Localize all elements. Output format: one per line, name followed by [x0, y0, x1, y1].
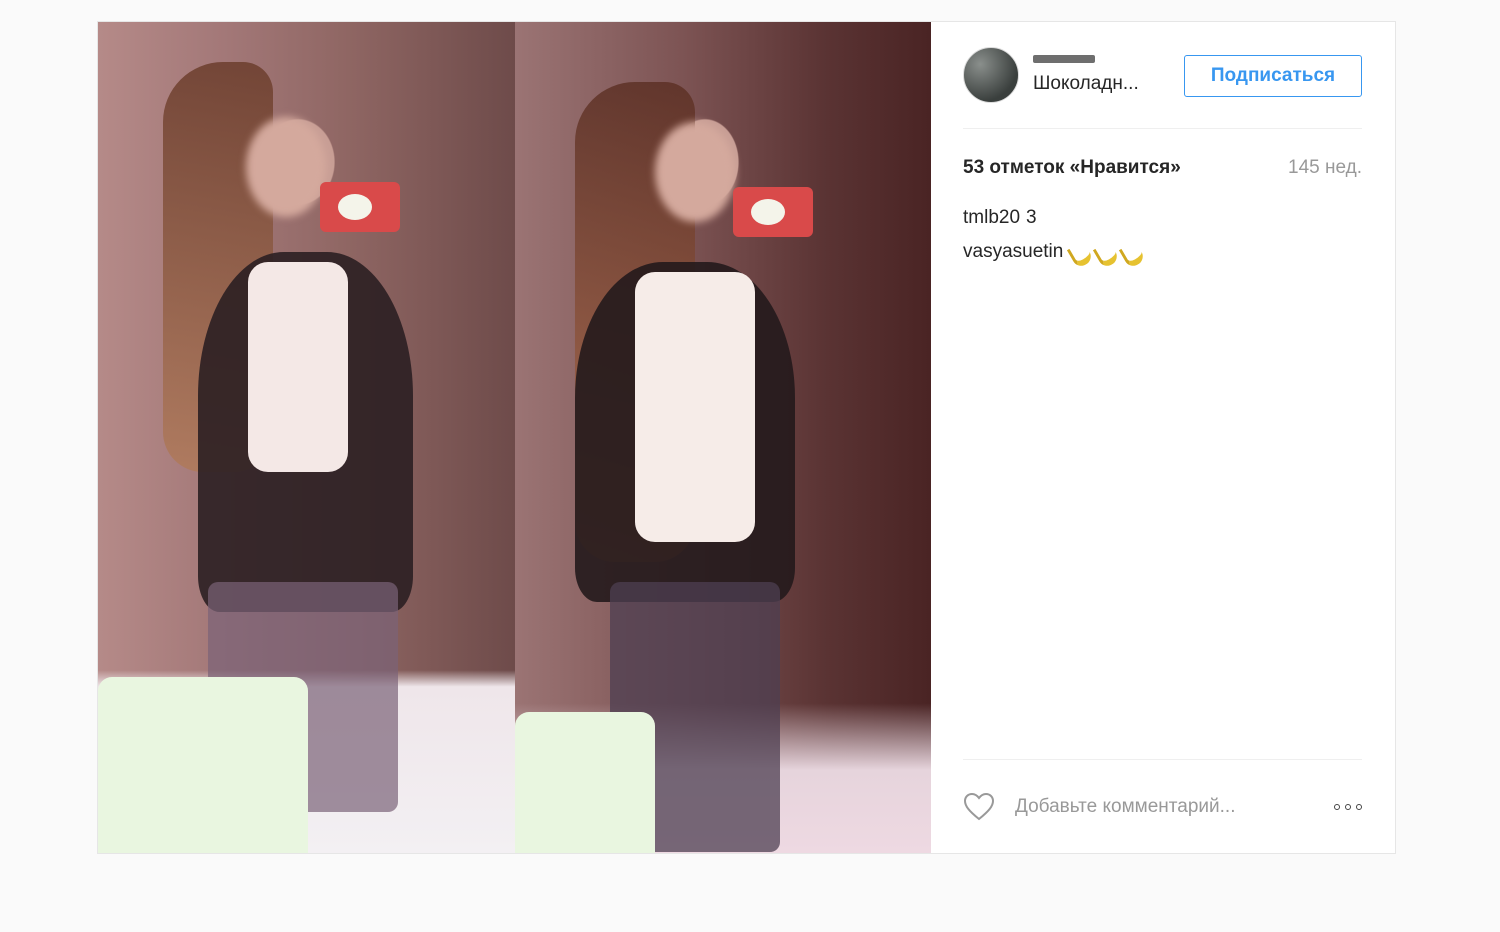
- blurred-face: [655, 122, 735, 222]
- comment-input[interactable]: [1013, 795, 1334, 819]
- post-header: Шоколадн... Подписаться: [963, 22, 1362, 129]
- post-card: Шоколадн... Подписаться 53 отметок «Нрав…: [97, 21, 1396, 854]
- post-age[interactable]: 145 нед.: [1288, 157, 1362, 179]
- likes-count[interactable]: 53 отметок «Нравится»: [963, 157, 1181, 179]
- dot-icon: [1345, 804, 1351, 810]
- redacted-username: [1033, 55, 1095, 63]
- phone-shape: [320, 182, 400, 232]
- more-options-icon[interactable]: [1334, 804, 1362, 810]
- sink-shape: [98, 677, 308, 853]
- photo-panel-left: [98, 22, 515, 853]
- blurred-face: [246, 117, 326, 217]
- phone-shape: [733, 187, 813, 237]
- comment-list: tmlb20 3 vasyasuetin: [963, 207, 1362, 263]
- post-photo[interactable]: [98, 22, 931, 853]
- follow-button[interactable]: Подписаться: [1184, 55, 1362, 97]
- comment-username[interactable]: vasyasuetin: [963, 241, 1063, 263]
- post-stats: 53 отметок «Нравится» 145 нед.: [963, 157, 1362, 179]
- list-item: tmlb20 3: [963, 207, 1362, 229]
- photo-panel-right: [515, 22, 931, 853]
- location-link[interactable]: Шоколадн...: [1033, 73, 1139, 95]
- list-item: vasyasuetin: [963, 241, 1362, 263]
- banana-emoji-icon: [1069, 242, 1091, 262]
- comment-username[interactable]: tmlb20: [963, 207, 1020, 229]
- dot-icon: [1334, 804, 1340, 810]
- comment-text: 3: [1026, 207, 1037, 228]
- shirt-shape: [635, 272, 755, 542]
- banana-emoji-icon: [1121, 242, 1143, 262]
- heart-icon[interactable]: [963, 792, 995, 822]
- dot-icon: [1356, 804, 1362, 810]
- post-sidebar: Шоколадн... Подписаться 53 отметок «Нрав…: [931, 22, 1395, 853]
- shirt-shape: [248, 262, 348, 472]
- comment-footer: [963, 759, 1362, 854]
- avatar[interactable]: [963, 47, 1019, 103]
- sink-shape: [515, 712, 655, 853]
- banana-emoji-icon: [1095, 242, 1117, 262]
- user-info: Шоколадн...: [1033, 55, 1139, 95]
